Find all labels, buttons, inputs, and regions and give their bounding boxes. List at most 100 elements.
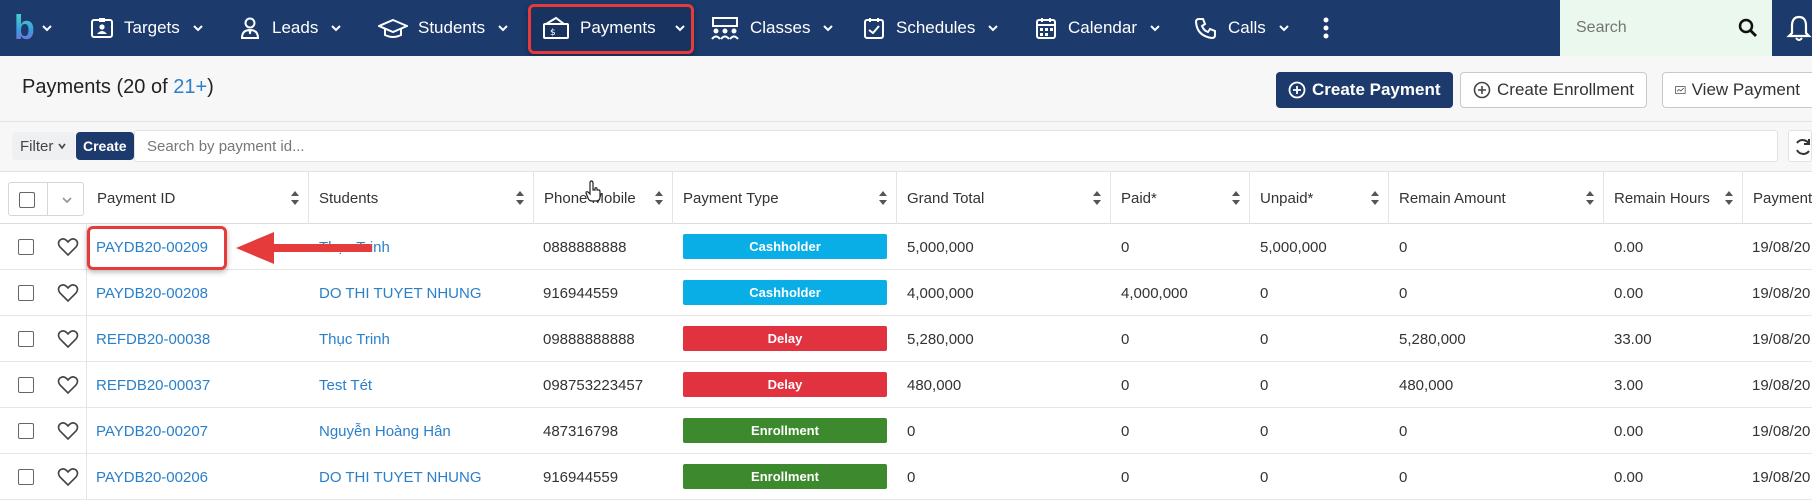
- paid-cell: 4,000,000: [1121, 284, 1188, 302]
- col-payment-date[interactable]: Payment: [1743, 172, 1812, 224]
- grand-total-cell: 480,000: [907, 376, 962, 394]
- row-checkbox[interactable]: [18, 469, 34, 485]
- favorite-heart-icon[interactable]: [57, 467, 79, 487]
- view-payment-label: View Payment: [1691, 80, 1800, 99]
- nav-label: Schedules: [896, 18, 976, 37]
- payment-id-link[interactable]: PAYDB20-00206: [96, 454, 306, 500]
- global-search: [1560, 0, 1772, 56]
- column-header-label: Unpaid*: [1260, 189, 1314, 207]
- favorite-heart-icon[interactable]: [57, 421, 79, 441]
- row-checkbox[interactable]: [18, 423, 34, 439]
- student-name-link[interactable]: Test Tét: [319, 362, 531, 408]
- create-filter-button[interactable]: Create: [76, 132, 134, 160]
- payment-date-cell: 19/08/20: [1752, 238, 1811, 256]
- app-logo[interactable]: b: [14, 11, 60, 45]
- col-payment-type[interactable]: Payment Type: [673, 172, 897, 224]
- nav-item-schedules[interactable]: Schedules: [862, 0, 999, 56]
- phone-cell: 916944559: [543, 468, 619, 486]
- col-unpaid[interactable]: Unpaid*: [1250, 172, 1389, 224]
- paid-cell: 0: [1121, 238, 1130, 256]
- table-row[interactable]: PAYDB20-00206 DO THI TUYET NHUNG 916944559…: [0, 454, 1812, 500]
- phone-cell: 487316798: [543, 422, 619, 440]
- search-icon[interactable]: [1738, 18, 1758, 38]
- select-all-checkbox[interactable]: [19, 192, 35, 208]
- unpaid-cell: 0: [1260, 422, 1269, 440]
- col-remain-amount[interactable]: Remain Amount: [1389, 172, 1604, 224]
- view-payment-button[interactable]: View Payment: [1662, 72, 1812, 108]
- total-count-link[interactable]: 21+: [173, 76, 207, 98]
- create-enrollment-button[interactable]: Create Enrollment: [1460, 72, 1648, 108]
- view-chart-icon: [1675, 86, 1686, 94]
- col-grand-total[interactable]: Grand Total: [897, 172, 1111, 224]
- col-phone-mobile[interactable]: Phone Mobile: [534, 172, 673, 224]
- refresh-icon: [1796, 139, 1810, 155]
- table-row[interactable]: PAYDB20-00207 Nguyễn Hoàng Hân 487316798 0 0…: [0, 408, 1812, 454]
- filter-dropdown[interactable]: Filter: [12, 132, 76, 160]
- column-header-label: Paid*: [1121, 189, 1157, 207]
- nav-item-calls[interactable]: Calls: [1194, 0, 1290, 56]
- payment-id-link[interactable]: REFDB20-00037: [96, 362, 306, 408]
- nav-item-calendar[interactable]: Calendar: [1034, 0, 1161, 56]
- remain-hours-cell: 0.00: [1614, 284, 1644, 302]
- payment-date-cell: 19/08/20: [1752, 330, 1811, 348]
- more-menu-icon[interactable]: [1322, 16, 1330, 40]
- favorite-heart-icon[interactable]: [57, 329, 79, 349]
- nav-label: Calendar: [1068, 18, 1137, 37]
- chevron-down-icon: [823, 25, 834, 32]
- row-checkbox[interactable]: [18, 331, 34, 347]
- table-row[interactable]: REFDB20-00037 Test Tét 098753223457 480,000…: [0, 362, 1812, 408]
- favorite-heart-icon[interactable]: [57, 375, 79, 395]
- student-name-link[interactable]: DO THI TUYET NHUNG: [319, 270, 531, 316]
- payment-id-link[interactable]: REFDB20-00038: [96, 316, 306, 362]
- filter-bar: Filter Create Search by payment id...: [0, 122, 1812, 172]
- bulk-action-dropdown[interactable]: [47, 183, 85, 215]
- sort-icon: [1371, 191, 1379, 205]
- global-search-input[interactable]: [1560, 19, 1730, 37]
- unpaid-cell: 0: [1260, 376, 1269, 394]
- sort-icon: [1232, 191, 1240, 205]
- remain-amount-cell: 0: [1399, 284, 1408, 302]
- refresh-button[interactable]: [1788, 130, 1812, 162]
- favorite-heart-icon[interactable]: [57, 283, 79, 303]
- payment-date-cell: 19/08/20: [1752, 284, 1811, 302]
- classroom-icon: [711, 17, 739, 40]
- nav-item-leads[interactable]: Leads: [238, 0, 342, 56]
- payment-id-search-input[interactable]: Search by payment id...: [134, 130, 1778, 162]
- nav-item-classes[interactable]: Classes: [710, 0, 834, 56]
- grand-total-cell: 4,000,000: [907, 284, 974, 302]
- nav-item-targets[interactable]: Targets: [90, 0, 204, 56]
- remain-amount-cell: 480,000: [1399, 376, 1454, 394]
- sort-icon: [1093, 191, 1101, 205]
- nav-label: Calls: [1228, 18, 1266, 37]
- filter-label: Filter: [20, 137, 54, 155]
- col-payment-id[interactable]: Payment ID: [87, 172, 309, 224]
- row-checkbox[interactable]: [18, 285, 34, 301]
- col-paid[interactable]: Paid*: [1111, 172, 1250, 224]
- payment-id-link[interactable]: PAYDB20-00208: [96, 270, 306, 316]
- table-row[interactable]: PAYDB20-00208 DO THI TUYET NHUNG 916944559…: [0, 270, 1812, 316]
- create-payment-button[interactable]: Create Payment: [1276, 72, 1453, 108]
- bell-icon[interactable]: [1786, 14, 1812, 42]
- row-checkbox[interactable]: [18, 377, 34, 393]
- payment-date-cell: 19/08/20: [1752, 376, 1811, 394]
- column-header-label: Students: [319, 189, 379, 207]
- student-name-link[interactable]: Thục Trinh: [319, 316, 531, 362]
- nav-item-students[interactable]: Students: [378, 0, 509, 56]
- student-name-link[interactable]: DO THI TUYET NHUNG: [319, 454, 531, 500]
- payment-id-link[interactable]: PAYDB20-00207: [96, 408, 306, 454]
- col-remain-hours[interactable]: Remain Hours: [1604, 172, 1743, 224]
- chevron-down-icon: [498, 25, 508, 32]
- chevron-down-icon: [193, 25, 203, 32]
- table-row[interactable]: REFDB20-00038 Thục Trinh 09888888888 5,280,…: [0, 316, 1812, 362]
- favorite-heart-icon[interactable]: [57, 237, 79, 257]
- remain-hours-cell: 0.00: [1614, 422, 1644, 440]
- unpaid-cell: 0: [1260, 284, 1269, 302]
- count-prefix: (20 of: [116, 76, 174, 98]
- chevron-down-icon: [1279, 25, 1289, 32]
- nav-item-payments[interactable]: $ Payments: [542, 0, 686, 56]
- column-header-label: Payment: [1753, 189, 1812, 207]
- student-name-link[interactable]: Nguyễn Hoàng Hân: [319, 408, 531, 454]
- payment-date-cell: 19/08/20: [1752, 468, 1811, 486]
- row-checkbox[interactable]: [18, 239, 34, 255]
- col-students[interactable]: Students: [309, 172, 534, 224]
